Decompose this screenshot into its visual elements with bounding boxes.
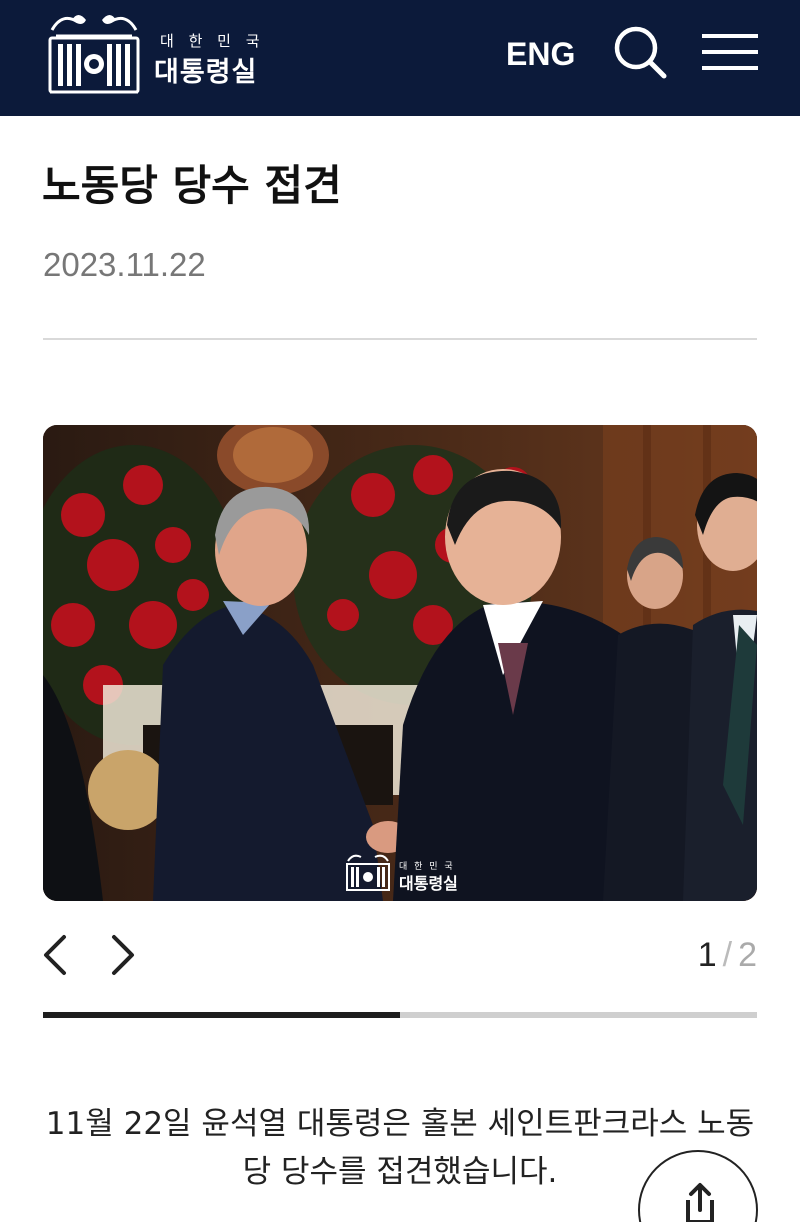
search-button[interactable] (612, 24, 668, 80)
logo-home-link[interactable]: 대 한 민 국 대통령실 (42, 8, 282, 100)
slide-progress-bar (43, 1012, 757, 1018)
menu-icon (702, 34, 758, 70)
watermark-main-text: 대통령실 (399, 874, 458, 893)
search-icon (614, 26, 667, 79)
article-date: 2023.11.22 (43, 246, 206, 283)
chevron-right-icon (112, 935, 134, 975)
menu-button[interactable] (702, 32, 758, 72)
slide-progress-fill (43, 1012, 400, 1018)
logo-main-text: 대통령실 (154, 57, 258, 88)
share-icon (686, 1183, 714, 1222)
photo-slide[interactable]: 대 한 민 국 대통령실 (43, 425, 757, 901)
top-header: 대 한 민 국 대통령실 ENG (0, 0, 800, 116)
presidential-emblem-icon (48, 15, 140, 94)
slide-separator: / (722, 936, 733, 974)
english-language-button[interactable]: ENG (506, 36, 575, 73)
page-title: 노동당 당수 접견 (42, 161, 342, 210)
divider (43, 338, 757, 340)
chevron-left-icon (44, 935, 66, 975)
previous-slide-button[interactable] (40, 934, 74, 976)
handshake-photo (43, 425, 757, 901)
slide-current: 1 (697, 936, 717, 974)
presidential-emblem-icon (346, 854, 390, 891)
logo-small-text: 대 한 민 국 (160, 32, 265, 50)
next-slide-button[interactable] (104, 934, 138, 976)
slide-counter: 1/2 (698, 936, 757, 975)
photo-watermark: 대 한 민 국 대통령실 (343, 851, 473, 893)
slide-total: 2 (738, 936, 757, 974)
